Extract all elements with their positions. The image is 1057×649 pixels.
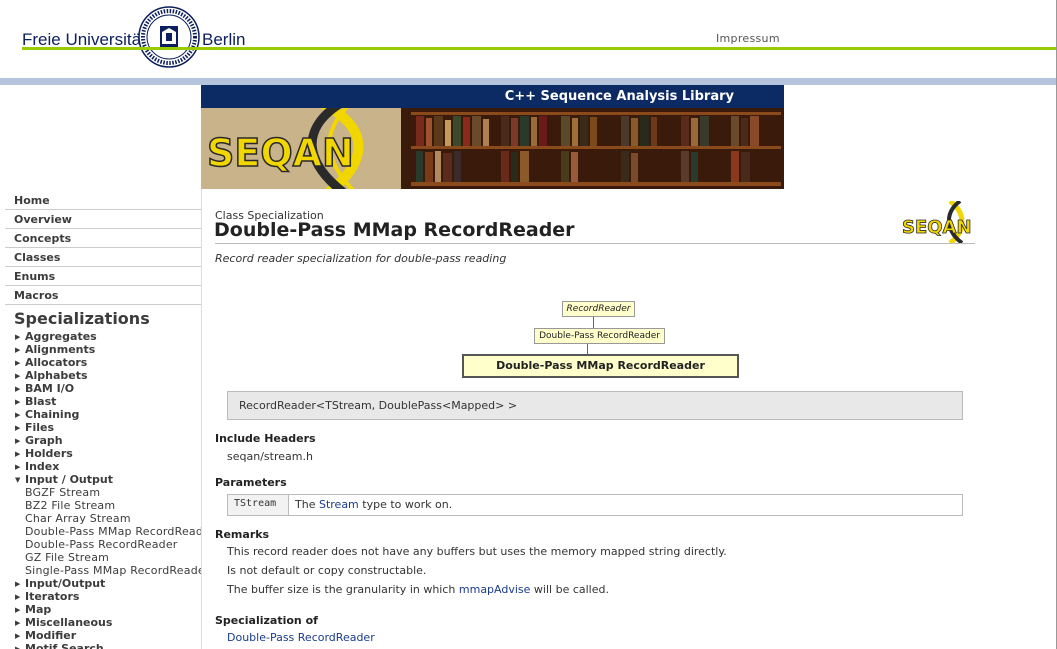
param-name: TStream: [228, 495, 289, 515]
nav-group[interactable]: ▶ Files: [5, 421, 201, 434]
nav-group-label: Miscellaneous: [25, 616, 113, 629]
remark-text: The buffer size is the granularity in wh…: [227, 583, 459, 596]
nav-group[interactable]: ▼ Input / Output: [5, 473, 201, 486]
nav-sub-item[interactable]: GZ File Stream: [5, 551, 201, 564]
nav-link[interactable]: Home: [5, 191, 201, 210]
nav-group[interactable]: ▶ Iterators: [5, 590, 201, 603]
title-divider: [215, 243, 975, 244]
seqan-logo-icon: SEQAN: [902, 201, 972, 243]
impressum-link[interactable]: Impressum: [716, 32, 780, 45]
inheritance-diagram: RecordReader Double-Pass RecordReader Do…: [202, 299, 1057, 384]
remark-line: The buffer size is the granularity in wh…: [227, 583, 609, 596]
page-title: Double-Pass MMap RecordReader: [214, 219, 575, 241]
nav-group[interactable]: ▶ Allocators: [5, 356, 201, 369]
nav-group[interactable]: ▶ Aggregates: [5, 330, 201, 343]
remarks-heading: Remarks: [215, 528, 270, 541]
remark-text-end: will be called.: [530, 583, 609, 596]
diagram-node-current: Double-Pass MMap RecordReader: [462, 354, 739, 378]
nav-group-label: Map: [25, 603, 52, 616]
nav-group[interactable]: ▶ Chaining: [5, 408, 201, 421]
nav-group-label: Holders: [25, 447, 73, 460]
nav-group[interactable]: ▶ Blast: [5, 395, 201, 408]
seqan-banner: C++ Sequence Analysis Library SEQAN: [201, 85, 784, 189]
nav-group[interactable]: ▶ BAM I/O: [5, 382, 201, 395]
nav-group-label: Motif Search: [25, 642, 104, 649]
nav-group[interactable]: ▶ Motif Search: [5, 642, 201, 649]
university-seal-logo[interactable]: [138, 6, 200, 68]
diagram-edge: [587, 344, 588, 354]
include-headers-heading: Include Headers: [215, 432, 316, 445]
main-content: Class Specialization Double-Pass MMap Re…: [201, 189, 1057, 649]
param-description: The Stream type to work on.: [289, 495, 458, 515]
nav-group-label: Graph: [25, 434, 63, 447]
nav-sub-item[interactable]: Char Array Stream: [5, 512, 201, 525]
nav-group-label: Input/Output: [25, 577, 106, 590]
nav-link[interactable]: Concepts: [5, 229, 201, 248]
nav-link[interactable]: Classes: [5, 248, 201, 267]
triangle-down-icon[interactable]: ▼: [15, 474, 25, 487]
page-summary: Record reader specialization for double-…: [215, 252, 507, 265]
nav-heading-specializations: Specializations: [14, 309, 150, 328]
nav-group-label: Blast: [25, 395, 57, 408]
header-divider: [22, 47, 1057, 50]
nav-group-label: Input / Output: [25, 473, 113, 486]
left-navigation: Home Overview Concepts Classes Enums Macros S…: [5, 191, 201, 649]
nav-group[interactable]: ▶ Alphabets: [5, 369, 201, 382]
specialization-of-link[interactable]: Double-Pass RecordReader: [227, 631, 375, 644]
nav-group[interactable]: ▶ Miscellaneous: [5, 616, 201, 629]
nav-link[interactable]: Enums: [5, 267, 201, 286]
nav-group-label: BAM I/O: [25, 382, 75, 395]
banner-seqan-logo: SEQAN: [207, 131, 354, 175]
nav-group[interactable]: ▶ Alignments: [5, 343, 201, 356]
nav-group[interactable]: ▶ Input/Output: [5, 577, 201, 590]
nav-group[interactable]: ▶ Holders: [5, 447, 201, 460]
nav-group[interactable]: ▶ Graph: [5, 434, 201, 447]
nav-group-label: Allocators: [25, 356, 88, 369]
triangle-right-icon[interactable]: ▶: [15, 643, 25, 649]
nav-sub-item[interactable]: BGZF Stream: [5, 486, 201, 499]
banner-title-bar: C++ Sequence Analysis Library: [201, 85, 784, 108]
parameters-heading: Parameters: [215, 476, 287, 489]
nav-group-label: Iterators: [25, 590, 80, 603]
remark-line: Is not default or copy constructable.: [227, 564, 427, 577]
nav-sub-item[interactable]: Double-Pass RecordReader: [5, 538, 201, 551]
banner-title: C++ Sequence Analysis Library: [504, 89, 734, 104]
nav-group-label: Files: [25, 421, 55, 434]
university-header: Freie Universität Berlin Impressum: [0, 0, 1057, 79]
nav-group-label: Chaining: [25, 408, 80, 421]
nav-group-label: Alphabets: [25, 369, 88, 382]
nav-group-label: Modifier: [25, 629, 77, 642]
nav-sub-item[interactable]: Single-Pass MMap RecordReader: [5, 564, 201, 577]
page-seqan-logo-text: SEQAN: [902, 217, 972, 238]
param-desc-text: The: [295, 498, 319, 511]
nav-link[interactable]: Macros: [5, 286, 201, 305]
nav-group-label: Index: [25, 460, 60, 473]
parameters-table: TStream The Stream type to work on.: [227, 494, 963, 516]
nav-sub-item[interactable]: Double-Pass MMap RecordReader: [5, 525, 201, 538]
nav-group[interactable]: ▶ Modifier: [5, 629, 201, 642]
diagram-node-parent[interactable]: Double-Pass RecordReader: [534, 328, 665, 344]
diagram-edge: [593, 317, 594, 328]
nav-group[interactable]: ▶ Map: [5, 603, 201, 616]
include-header-value: seqan/stream.h: [227, 450, 313, 463]
mmapadvise-link[interactable]: mmapAdvise: [459, 583, 531, 596]
param-desc-text-end: type to work on.: [358, 498, 453, 511]
stream-link[interactable]: Stream: [319, 498, 359, 511]
header-band: [0, 78, 1057, 85]
class-signature: RecordReader<TStream, DoublePass<Mapped>…: [227, 391, 963, 420]
nav-group-label: Alignments: [25, 343, 96, 356]
nav-link[interactable]: Overview: [5, 210, 201, 229]
nav-sub-item[interactable]: BZ2 File Stream: [5, 499, 201, 512]
remark-line: This record reader does not have any buf…: [227, 545, 727, 558]
diagram-node-root[interactable]: RecordReader: [562, 301, 635, 317]
specialization-of-heading: Specialization of: [215, 614, 318, 627]
nav-group-label: Aggregates: [25, 330, 97, 343]
library-bookshelf-image: SEQAN: [201, 108, 784, 189]
nav-group[interactable]: ▶ Index: [5, 460, 201, 473]
